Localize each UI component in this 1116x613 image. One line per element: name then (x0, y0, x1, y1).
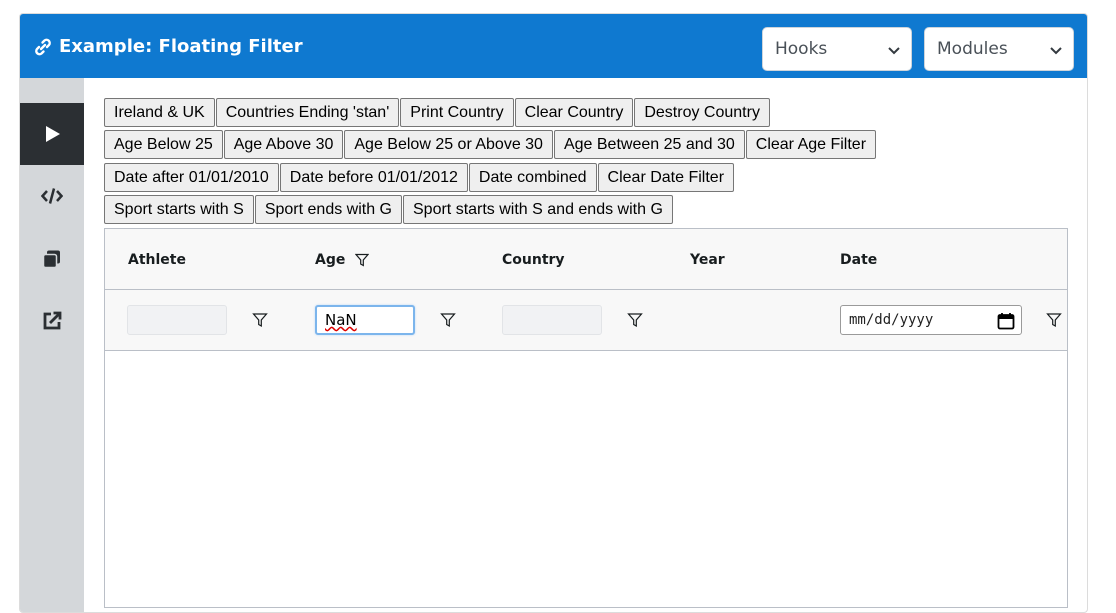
sidebar (20, 78, 84, 612)
chevron-down-icon (1050, 47, 1062, 55)
age-filter-buttons: Age Below 25 Age Above 30 Age Below 25 o… (104, 130, 877, 159)
sport-filter-buttons: Sport starts with S Sport ends with G Sp… (104, 195, 674, 224)
date-filter-placeholder: mm/dd/yyyy (849, 312, 934, 328)
filter-icon[interactable] (1046, 312, 1062, 328)
modules-select-value: Modules (937, 39, 1008, 59)
data-grid: Athlete Age Country Year Date NaN mm/dd/… (104, 228, 1068, 608)
sidebar-item-open-external[interactable] (20, 290, 84, 352)
column-header-label: Year (690, 251, 725, 268)
ireland-uk-button[interactable]: Ireland & UK (104, 98, 215, 127)
page-title: Example: Floating Filter (59, 36, 303, 57)
hooks-select[interactable]: Hooks (762, 27, 912, 71)
sport-starts-with-s-button[interactable]: Sport starts with S (104, 195, 254, 224)
countries-ending-stan-button[interactable]: Countries Ending 'stan' (215, 98, 400, 127)
age-below-25-or-above-30-button[interactable]: Age Below 25 or Above 30 (344, 130, 553, 159)
athlete-filter-input[interactable] (127, 305, 227, 335)
copy-icon (42, 250, 60, 269)
print-country-button[interactable]: Print Country (400, 98, 514, 127)
age-below-25-button[interactable]: Age Below 25 (104, 130, 223, 159)
column-header-label: Country (502, 251, 565, 268)
example-title[interactable]: Example: Floating Filter (33, 36, 303, 57)
card-header: Example: Floating Filter Hooks Modules (20, 14, 1087, 78)
external-link-icon (43, 311, 62, 330)
age-filter-value: NaN (325, 311, 357, 329)
filter-icon[interactable] (440, 312, 456, 328)
filter-active-icon (355, 253, 370, 267)
column-header-age[interactable]: Age (315, 229, 370, 290)
calendar-icon[interactable] (997, 312, 1015, 330)
clear-age-filter-button[interactable]: Clear Age Filter (745, 130, 877, 159)
column-header-label: Date (840, 251, 878, 268)
example-card: Example: Floating Filter Hooks Modules I… (19, 13, 1088, 613)
country-filter-input[interactable] (502, 305, 602, 335)
code-icon (41, 188, 63, 204)
floating-filter-row: NaN mm/dd/yyyy (105, 290, 1067, 351)
sidebar-item-copy[interactable] (20, 228, 84, 290)
date-filter-buttons: Date after 01/01/2010 Date before 01/01/… (104, 163, 735, 192)
destroy-country-button[interactable]: Destroy Country (634, 98, 770, 127)
age-between-25-and-30-button[interactable]: Age Between 25 and 30 (553, 130, 745, 159)
hooks-select-value: Hooks (775, 39, 828, 59)
column-header-date[interactable]: Date (840, 229, 877, 290)
clear-country-button[interactable]: Clear Country (514, 98, 634, 127)
sport-ends-with-g-button[interactable]: Sport ends with G (254, 195, 402, 224)
date-combined-button[interactable]: Date combined (468, 163, 597, 192)
column-header-year[interactable]: Year (690, 229, 725, 290)
modules-select[interactable]: Modules (924, 27, 1074, 71)
play-icon (46, 126, 60, 142)
country-filter-buttons: Ireland & UK Countries Ending 'stan' Pri… (104, 98, 771, 127)
date-filter-input[interactable]: mm/dd/yyyy (840, 305, 1022, 335)
clear-date-filter-button[interactable]: Clear Date Filter (597, 163, 735, 192)
grid-header-row: Athlete Age Country Year Date (105, 229, 1067, 290)
column-header-athlete[interactable]: Athlete (128, 229, 186, 290)
column-header-label: Age (315, 251, 346, 268)
sport-starts-s-ends-g-button[interactable]: Sport starts with S and ends with G (403, 195, 673, 224)
age-above-30-button[interactable]: Age Above 30 (223, 130, 344, 159)
age-filter-input[interactable]: NaN (315, 305, 415, 335)
filter-icon[interactable] (252, 312, 268, 328)
filter-icon[interactable] (627, 312, 643, 328)
date-after-2010-button[interactable]: Date after 01/01/2010 (104, 163, 279, 192)
column-header-label: Athlete (128, 251, 186, 268)
link-icon (33, 37, 53, 57)
column-header-country[interactable]: Country (502, 229, 565, 290)
sidebar-item-run[interactable] (20, 103, 84, 165)
chevron-down-icon (888, 47, 900, 55)
sidebar-item-code[interactable] (20, 165, 84, 227)
date-before-2012-button[interactable]: Date before 01/01/2012 (279, 163, 468, 192)
